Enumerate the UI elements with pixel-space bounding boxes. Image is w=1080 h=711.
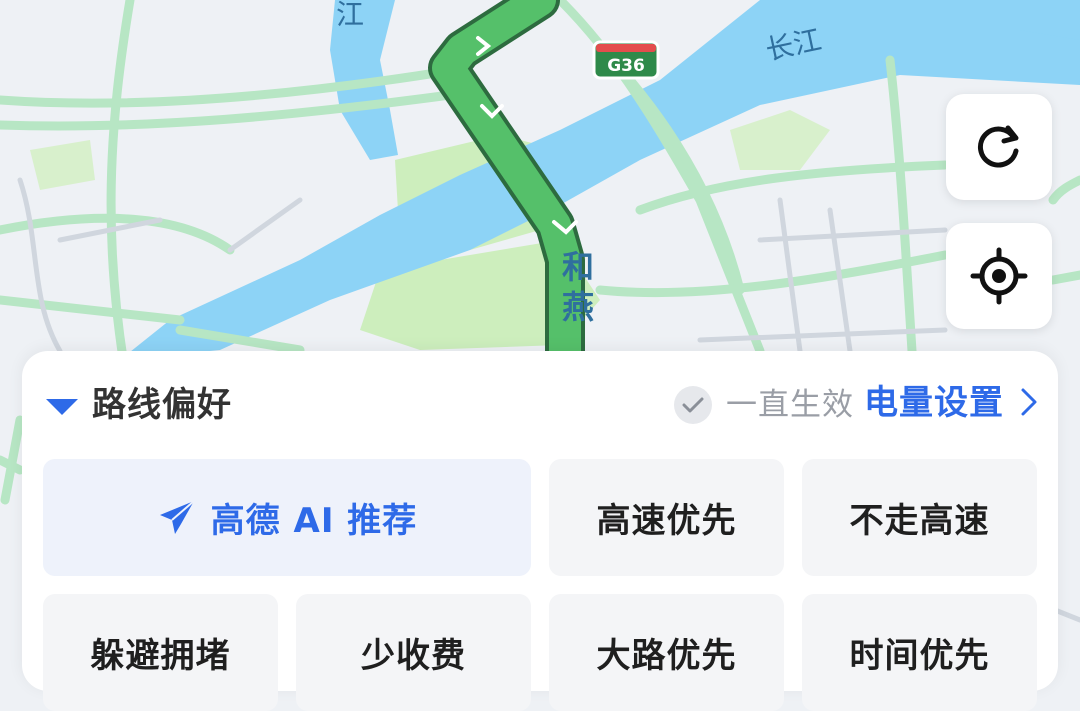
- option-avoid-highway[interactable]: 不走高速: [802, 459, 1037, 576]
- option-label: 高速优先: [596, 501, 737, 541]
- option-label: 少收费: [361, 636, 466, 676]
- option-ai-recommend[interactable]: 高德 AI 推荐: [43, 459, 531, 576]
- road-label-char-2: 燕: [562, 288, 594, 326]
- send-icon: [157, 498, 197, 538]
- check-icon: [682, 397, 704, 413]
- locate-button[interactable]: [946, 223, 1052, 329]
- highway-shield: G36: [592, 40, 660, 80]
- refresh-button[interactable]: [946, 94, 1052, 200]
- highway-shield-label: G36: [607, 56, 645, 76]
- river-label-left: 江: [336, 0, 364, 31]
- option-main-road-first[interactable]: 大路优先: [549, 594, 784, 711]
- chevron-right-icon[interactable]: [1020, 387, 1038, 421]
- panel-header: 路线偏好 一直生效 电量设置: [22, 351, 1058, 459]
- option-label: 不走高速: [849, 501, 990, 541]
- option-highway-first[interactable]: 高速优先: [549, 459, 784, 576]
- refresh-icon: [977, 125, 1019, 168]
- battery-settings-link[interactable]: 电量设置: [864, 377, 1004, 429]
- panel-title: 路线偏好: [92, 385, 232, 425]
- option-label: 高德 AI 推荐: [210, 501, 418, 541]
- collapse-triangle-icon[interactable]: [46, 397, 78, 421]
- option-less-toll[interactable]: 少收费: [296, 594, 531, 711]
- option-label: 躲避拥堵: [90, 636, 231, 676]
- always-on-checkbox[interactable]: [674, 386, 712, 424]
- option-label: 时间优先: [849, 636, 990, 676]
- option-label: 大路优先: [596, 636, 737, 676]
- option-avoid-congestion[interactable]: 躲避拥堵: [43, 594, 278, 711]
- route-preference-panel: 路线偏好 一直生效 电量设置 高德 AI 推荐 高速优先 不走高速 躲避拥堵 少…: [22, 351, 1058, 711]
- always-on-label[interactable]: 一直生效: [726, 381, 854, 429]
- road-label-char-1: 和: [562, 248, 594, 286]
- locate-icon: [970, 247, 1028, 305]
- option-time-first[interactable]: 时间优先: [802, 594, 1037, 711]
